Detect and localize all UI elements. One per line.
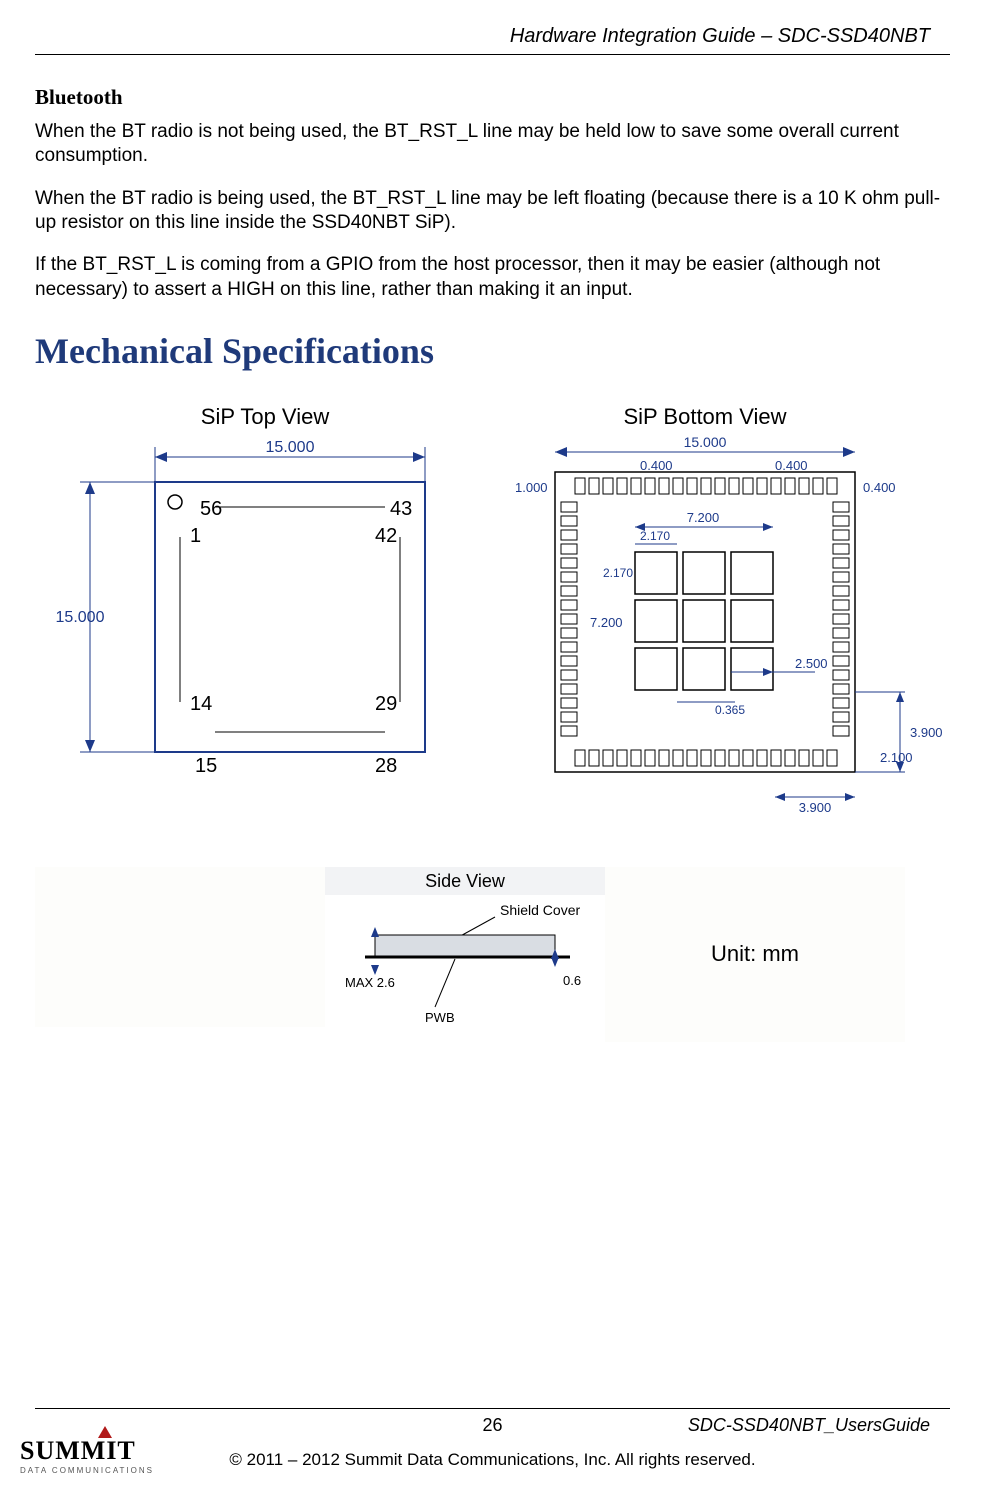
page-number: 26 <box>482 1415 502 1436</box>
side-title: Side View <box>425 871 506 891</box>
diagram-side-view: Side View Shield Cover MAX 2.6 0.6 PWB <box>325 867 605 1042</box>
side-shield: Shield Cover <box>500 902 580 918</box>
para-bt-1: When the BT radio is not being used, the… <box>35 120 950 169</box>
pin-14: 14 <box>190 693 212 715</box>
pad-sq: 2.500 <box>795 656 828 671</box>
side-board: 0.6 <box>563 973 581 988</box>
bottom-title: SiP Bottom View <box>623 404 786 429</box>
side-max: MAX 2.6 <box>345 975 395 990</box>
pad-w1: 0.400 <box>640 458 673 473</box>
side-pwb: PWB <box>425 1010 455 1025</box>
top-title: SiP Top View <box>201 404 330 429</box>
footer-rule <box>35 1408 950 1409</box>
c-h: 2.170 <box>603 566 633 580</box>
footer-copyright: © 2011 – 2012 Summit Data Communications… <box>35 1450 950 1470</box>
diagram-top-view: SiP Top View 15.000 15.000 <box>35 402 465 837</box>
c-7200: 7.200 <box>590 615 623 630</box>
para-bt-2: When the BT radio is being used, the BT_… <box>35 187 950 236</box>
center-w: 7.200 <box>687 510 720 525</box>
section-title-bluetooth: Bluetooth <box>35 85 950 110</box>
top-height: 15.000 <box>56 609 105 626</box>
header-right: Hardware Integration Guide – SDC-SSD40NB… <box>35 25 950 48</box>
ext-mid: 2.100 <box>880 750 913 765</box>
logo-sub-text: DATA COMMUNICATIONS <box>20 1466 170 1475</box>
logo-main-text: SUMMIT <box>20 1436 136 1465</box>
ext-h: 3.900 <box>910 725 943 740</box>
c-w: 2.170 <box>640 529 670 543</box>
c-gap: 0.365 <box>715 703 745 717</box>
para-bt-3: If the BT_RST_L is coming from a GPIO fr… <box>35 253 950 302</box>
pin-56: 56 <box>200 498 222 520</box>
edge-l: 1.000 <box>515 480 548 495</box>
top-width: 15.000 <box>266 439 315 456</box>
header-rule <box>35 54 950 55</box>
pin-43: 43 <box>390 498 412 520</box>
pin-15: 15 <box>195 755 217 777</box>
pin-42: 42 <box>375 525 397 547</box>
unit-label: Unit: mm <box>711 941 799 967</box>
pin-1: 1 <box>190 525 201 547</box>
bottom-width: 15.000 <box>684 434 727 450</box>
pin-28: 28 <box>375 755 397 777</box>
footer-right: SDC-SSD40NBT_UsersGuide <box>688 1415 930 1436</box>
ext-w: 3.900 <box>799 800 832 815</box>
section-title-mechanical: Mechanical Specifications <box>35 330 950 372</box>
pad-w2: 0.400 <box>775 458 808 473</box>
footer-logo: SUMMIT DATA COMMUNICATIONS <box>20 1436 170 1475</box>
logo-triangle-icon <box>98 1426 112 1438</box>
diagram-bottom-view: SiP Bottom View 15.000 <box>485 402 955 837</box>
edge-r: 0.400 <box>863 480 896 495</box>
side-spacer <box>35 867 325 1027</box>
pin-29: 29 <box>375 693 397 715</box>
